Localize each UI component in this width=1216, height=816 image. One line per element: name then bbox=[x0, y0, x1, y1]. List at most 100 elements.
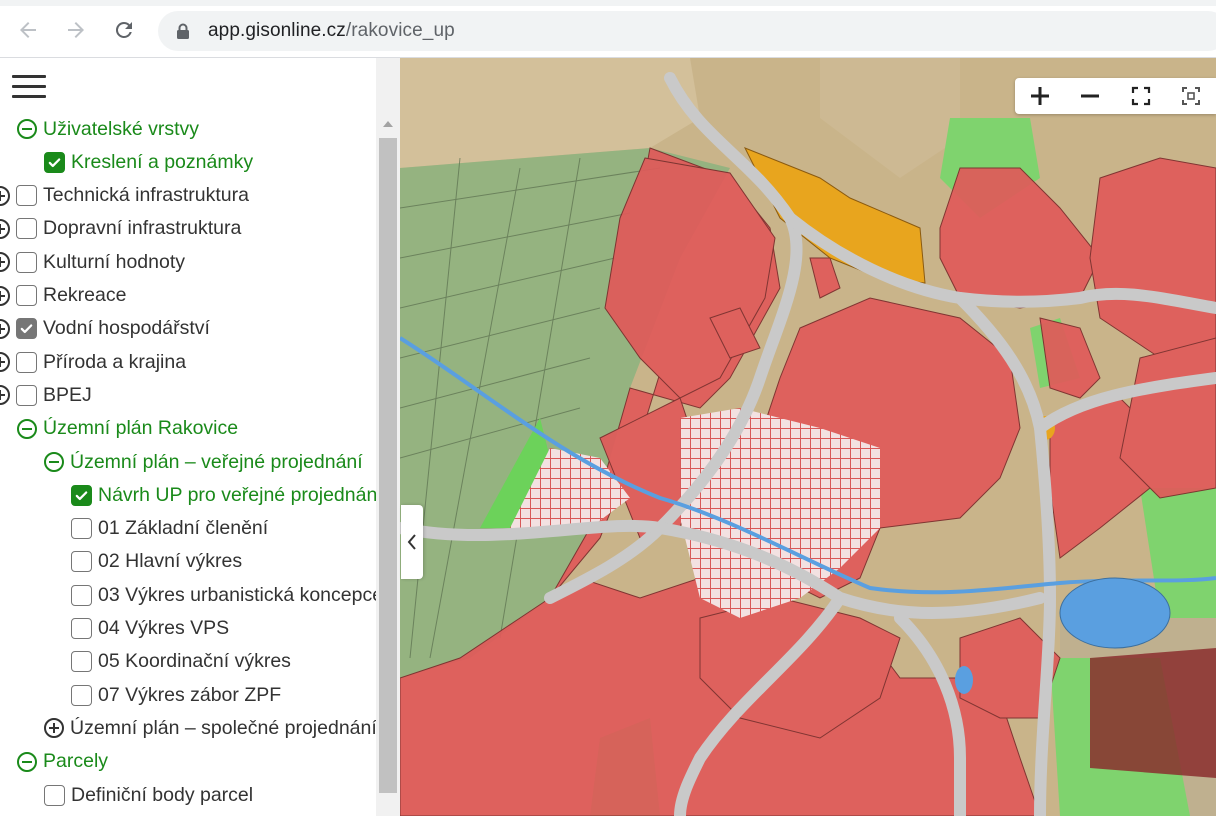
zoom-extent-icon bbox=[1181, 87, 1200, 105]
layer-label[interactable]: BPEJ bbox=[43, 384, 92, 407]
arrow-left-icon bbox=[20, 22, 36, 38]
layer-label[interactable]: Parcely bbox=[43, 750, 108, 773]
layer-tree-row[interactable]: Kreslení a poznámky bbox=[44, 147, 253, 177]
layer-tree-row[interactable]: Kulturní hodnoty bbox=[0, 247, 185, 277]
layer-sidebar: Uživatelské vrstvy Kreslení a poznámky Tec… bbox=[0, 58, 400, 816]
layer-tree-row[interactable]: Územní plán – společné projednání bbox=[44, 713, 377, 743]
expand-plus-icon[interactable] bbox=[0, 285, 10, 306]
expand-plus-icon[interactable] bbox=[0, 385, 10, 406]
layer-tree-row[interactable]: 02 Hlavní výkres bbox=[71, 547, 242, 577]
expand-plus-icon[interactable] bbox=[0, 352, 10, 373]
scrollbar-thumb[interactable] bbox=[379, 138, 397, 793]
layer-checkbox[interactable] bbox=[16, 218, 37, 240]
fullscreen-icon bbox=[1131, 86, 1150, 106]
layer-label[interactable]: Územní plán – veřejné projednání bbox=[70, 451, 363, 474]
layer-checkbox[interactable] bbox=[71, 518, 92, 540]
layer-tree-row[interactable]: Návrh UP pro veřejné projednání bbox=[71, 480, 383, 510]
layer-checkbox[interactable] bbox=[71, 584, 92, 606]
expand-plus-icon[interactable] bbox=[0, 252, 10, 273]
collapse-minus-icon[interactable] bbox=[44, 452, 64, 472]
layer-tree-row[interactable]: 05 Koordinační výkres bbox=[71, 647, 291, 677]
layer-label[interactable]: Územní plán Rakovice bbox=[43, 417, 238, 440]
expand-plus-icon[interactable] bbox=[0, 318, 10, 339]
forward-button[interactable] bbox=[60, 14, 92, 46]
layer-checkbox[interactable] bbox=[44, 784, 65, 806]
layer-checkbox-checked[interactable] bbox=[16, 318, 37, 340]
layer-label[interactable]: Příroda a krajina bbox=[43, 351, 186, 374]
layer-label[interactable]: Návrh UP pro veřejné projednání bbox=[98, 484, 383, 507]
zoom-out-button[interactable] bbox=[1065, 78, 1115, 114]
back-button[interactable] bbox=[12, 14, 44, 46]
layer-tree-row[interactable]: BPEJ bbox=[0, 380, 92, 410]
expand-plus-icon[interactable] bbox=[0, 185, 10, 206]
layer-tree-row[interactable]: 07 Výkres zábor ZPF bbox=[71, 680, 281, 710]
reload-icon bbox=[115, 21, 132, 38]
reload-button[interactable] bbox=[108, 14, 140, 46]
plus-icon bbox=[1031, 87, 1050, 105]
layer-label[interactable]: Rekreace bbox=[43, 284, 126, 307]
layer-checkbox[interactable] bbox=[16, 351, 37, 373]
map-canvas[interactable] bbox=[400, 58, 1216, 816]
layer-tree-row[interactable]: Definiční body parcel bbox=[44, 780, 253, 810]
chevron-left-icon bbox=[407, 534, 416, 550]
map-layer bbox=[400, 58, 1216, 816]
layer-label[interactable]: Kreslení a poznámky bbox=[71, 151, 253, 174]
layer-tree-row[interactable]: 01 Základní členění bbox=[71, 514, 268, 544]
layer-checkbox[interactable] bbox=[71, 618, 92, 639]
layer-label[interactable]: Dopravní infrastruktura bbox=[43, 217, 241, 240]
fullscreen-button[interactable] bbox=[1116, 78, 1166, 114]
expand-plus-icon[interactable] bbox=[44, 718, 64, 739]
zoom-in-button[interactable] bbox=[1015, 78, 1065, 114]
collapse-minus-icon[interactable] bbox=[17, 751, 37, 772]
layer-checkbox[interactable] bbox=[16, 285, 37, 306]
layer-label[interactable]: 07 Výkres zábor ZPF bbox=[98, 684, 281, 707]
expand-plus-icon[interactable] bbox=[0, 218, 10, 239]
layer-tree-row[interactable]: Dopravní infrastruktura bbox=[0, 214, 241, 244]
layer-checkbox[interactable] bbox=[71, 551, 92, 573]
layer-label[interactable]: Územní plán – společné projednání bbox=[70, 717, 377, 740]
layer-tree-row[interactable]: Parcely bbox=[17, 747, 108, 777]
layer-tree-row[interactable]: 04 Výkres VPS bbox=[71, 614, 229, 644]
layer-checkbox[interactable] bbox=[16, 384, 37, 406]
address-bar[interactable]: app.gisonline.cz/rakovice_up bbox=[158, 11, 1216, 51]
layer-label[interactable]: Technická infrastruktura bbox=[43, 184, 249, 207]
url-text: app.gisonline.cz/rakovice_up bbox=[208, 20, 455, 42]
layer-checkbox[interactable] bbox=[71, 651, 92, 673]
menu-icon[interactable] bbox=[12, 75, 46, 99]
layer-checkbox[interactable] bbox=[71, 684, 92, 706]
layer-checkbox[interactable] bbox=[16, 185, 37, 207]
zoom-extent-button[interactable] bbox=[1166, 78, 1216, 114]
layer-checkbox-checked[interactable] bbox=[71, 484, 92, 506]
layer-label[interactable]: 04 Výkres VPS bbox=[98, 617, 229, 640]
layer-label[interactable]: 03 Výkres urbanistická koncepce bbox=[98, 584, 383, 607]
layer-tree-row[interactable]: Uživatelské vrstvy bbox=[17, 114, 199, 144]
map-toolbar bbox=[1015, 78, 1216, 114]
layer-checkbox[interactable] bbox=[16, 251, 37, 273]
url-host: app.gisonline.cz bbox=[208, 20, 346, 41]
layer-checkbox-checked[interactable] bbox=[44, 151, 65, 173]
browser-toolbar: app.gisonline.cz/rakovice_up bbox=[0, 0, 1216, 58]
sidebar-scrollbar[interactable] bbox=[376, 58, 400, 816]
layer-label[interactable]: Kulturní hodnoty bbox=[43, 251, 185, 274]
layer-tree-row[interactable]: Územní plán – veřejné projednání bbox=[44, 447, 363, 477]
layer-label[interactable]: Vodní hospodářství bbox=[43, 317, 210, 340]
minus-icon bbox=[1081, 94, 1100, 98]
collapse-minus-icon[interactable] bbox=[17, 418, 37, 439]
layer-tree-row[interactable]: Rekreace bbox=[0, 281, 126, 311]
url-path: /rakovice_up bbox=[345, 20, 455, 41]
tab-strip-edge bbox=[0, 0, 1216, 6]
layer-tree-row[interactable]: Územní plán Rakovice bbox=[17, 414, 238, 444]
collapse-minus-icon[interactable] bbox=[17, 119, 37, 139]
layer-label[interactable]: 05 Koordinační výkres bbox=[98, 650, 291, 673]
layer-label[interactable]: 02 Hlavní výkres bbox=[98, 550, 242, 573]
layer-tree-row[interactable]: Technická infrastruktura bbox=[0, 181, 249, 211]
layer-label[interactable]: Uživatelské vrstvy bbox=[43, 118, 199, 141]
layer-label[interactable]: Definiční body parcel bbox=[71, 784, 253, 807]
layer-label[interactable]: 01 Základní členění bbox=[98, 517, 268, 540]
layer-tree-row[interactable]: Vodní hospodářství bbox=[0, 314, 210, 344]
layer-tree-row[interactable]: 03 Výkres urbanistická koncepce bbox=[71, 580, 383, 610]
layer-tree-row[interactable]: Příroda a krajina bbox=[0, 347, 186, 377]
collapse-sidebar-button[interactable] bbox=[401, 505, 423, 579]
scroll-up-icon[interactable] bbox=[376, 114, 400, 134]
arrow-right-icon bbox=[68, 22, 84, 38]
